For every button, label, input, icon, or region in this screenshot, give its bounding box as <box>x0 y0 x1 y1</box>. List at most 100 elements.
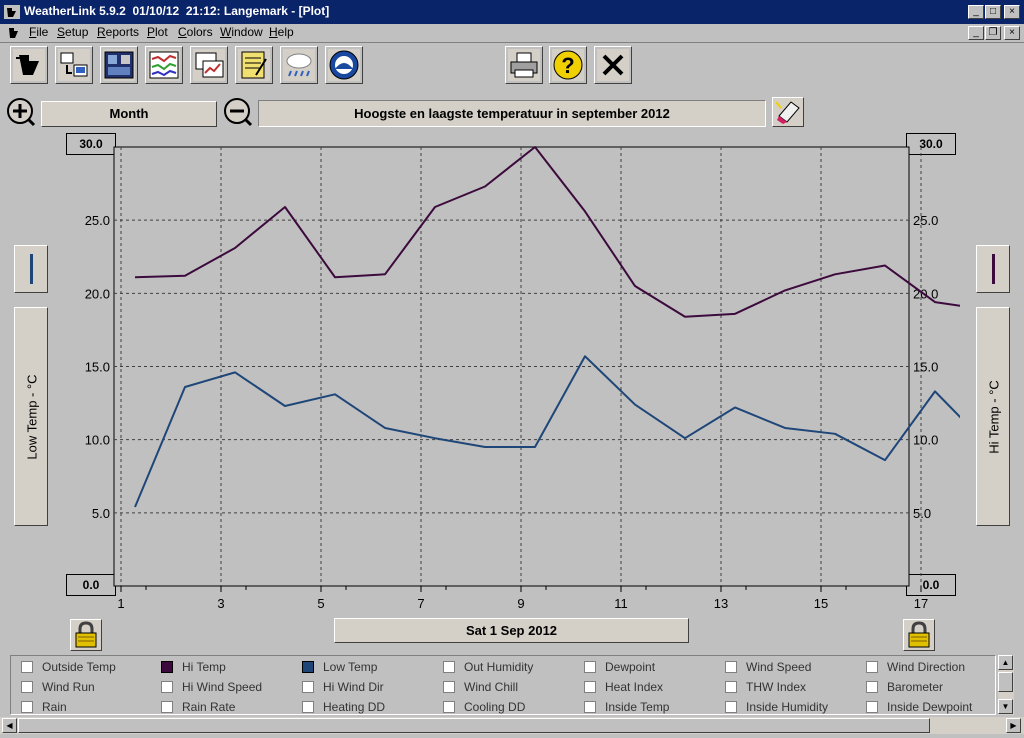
menu-reports[interactable]: Reports <box>97 25 139 39</box>
legend-label: Rain Rate <box>182 700 236 714</box>
legend-label: Cooling DD <box>464 700 526 714</box>
legend-checkbox[interactable] <box>302 681 314 693</box>
legend-checkbox[interactable] <box>866 661 878 673</box>
y-tick-label-left: 10.0 <box>85 433 110 448</box>
zoom-in-icon <box>7 98 36 127</box>
legend-scroll-thumb[interactable] <box>998 672 1013 692</box>
legend-checkbox[interactable] <box>866 701 878 713</box>
zoom-in-button[interactable] <box>6 97 36 127</box>
eraser-icon <box>775 101 800 124</box>
menu-window[interactable]: Window <box>220 25 263 39</box>
legend-label: THW Index <box>746 680 807 694</box>
walk-station-button[interactable] <box>10 46 48 84</box>
hi-temp-swatch[interactable] <box>976 245 1010 293</box>
download-button[interactable] <box>55 46 93 84</box>
legend-checkbox[interactable] <box>584 681 596 693</box>
right-axis-label-panel[interactable]: Hi Temp - °C <box>976 307 1010 526</box>
child-close-button[interactable]: × <box>1004 26 1020 40</box>
plot-title-field[interactable]: Hoogste en laagste temperatuur in septem… <box>258 100 766 127</box>
zoom-out-button[interactable] <box>223 97 253 127</box>
toolbar-separator <box>0 42 1024 43</box>
menu-file[interactable]: File <box>29 25 48 39</box>
low-temp-swatch[interactable] <box>14 245 48 293</box>
help-button[interactable]: ? <box>549 46 587 84</box>
minimize-button[interactable]: _ <box>968 5 984 19</box>
eraser-button[interactable] <box>772 97 804 127</box>
legend-checkbox[interactable] <box>866 681 878 693</box>
menu-setup[interactable]: Setup <box>57 25 88 39</box>
walk-station-icon <box>13 49 45 81</box>
legend-label: Rain <box>42 700 67 714</box>
x-tick-label: 17 <box>914 596 928 611</box>
left-lock-button[interactable] <box>70 619 102 651</box>
legend-checkbox[interactable] <box>443 661 455 673</box>
bulletin-button[interactable] <box>100 46 138 84</box>
legend-label: Dewpoint <box>605 660 656 674</box>
legend-checkbox[interactable] <box>725 681 737 693</box>
horizontal-scrollbar[interactable]: ◀ ▶ <box>0 717 1024 734</box>
scroll-right-arrow[interactable]: ▶ <box>1006 718 1021 733</box>
noaa-button[interactable] <box>325 46 363 84</box>
maximize-button[interactable]: □ <box>985 5 1001 19</box>
legend-label: Wind Speed <box>746 660 812 674</box>
legend-checkbox[interactable] <box>584 701 596 713</box>
y-tick-label-right: 15.0 <box>913 360 938 375</box>
legend-checkbox[interactable] <box>302 701 314 713</box>
menu-plot[interactable]: Plot <box>147 25 168 39</box>
right-lock-button[interactable] <box>903 619 935 651</box>
legend-label: Inside Humidity <box>746 700 829 714</box>
graph-icon <box>193 49 225 81</box>
legend-label: Inside Temp <box>605 700 670 714</box>
legend-checkbox[interactable] <box>443 681 455 693</box>
legend-vertical-scrollbar[interactable]: ▲ ▼ <box>998 655 1014 715</box>
legend-checkbox[interactable] <box>21 681 33 693</box>
legend-label: Wind Run <box>42 680 95 694</box>
series-legend: Outside Temp Hi Temp Low Temp Out Humidity D… <box>10 655 996 715</box>
legend-checkbox[interactable] <box>443 701 455 713</box>
legend-label: Out Humidity <box>464 660 534 674</box>
legend-checkbox[interactable] <box>21 701 33 713</box>
strip-chart-button[interactable] <box>145 46 183 84</box>
y-tick-label-right: 10.0 <box>913 433 938 448</box>
svg-text:?: ? <box>561 53 574 78</box>
notepad-button[interactable] <box>235 46 273 84</box>
temperature-chart[interactable]: 5.0 5.010.0 10.015.0 15.020.0 20.025.0 25.01 3… <box>60 136 960 616</box>
legend-checkbox[interactable] <box>161 701 173 713</box>
x-tick-label: 7 <box>417 596 424 611</box>
horizontal-scroll-thumb[interactable] <box>18 718 930 733</box>
close-plot-button[interactable] <box>594 46 632 84</box>
scroll-up-arrow[interactable]: ▲ <box>998 655 1013 670</box>
notepad-icon <box>238 49 270 81</box>
menu-colors[interactable]: Colors <box>178 25 213 39</box>
y-tick-label-right: 25.0 <box>913 213 938 228</box>
legend-checkbox[interactable] <box>302 661 314 673</box>
legend-checkbox[interactable] <box>584 661 596 673</box>
y-tick-label-left: 15.0 <box>85 360 110 375</box>
window-title: WeatherLink 5.9.2 01/10/12 21:12: Langem… <box>24 4 330 18</box>
legend-checkbox[interactable] <box>161 681 173 693</box>
app-icon[interactable] <box>4 5 20 19</box>
scroll-left-arrow[interactable]: ◀ <box>2 718 17 733</box>
child-minimize-button[interactable]: _ <box>968 26 984 40</box>
graph-button[interactable] <box>190 46 228 84</box>
x-tick-label: 11 <box>614 596 628 611</box>
low-temp-swatch-line <box>30 254 33 284</box>
legend-checkbox[interactable] <box>21 661 33 673</box>
left-axis-label-panel[interactable]: Low Temp - °C <box>14 307 48 526</box>
menu-help[interactable]: Help <box>269 25 294 39</box>
legend-label: Outside Temp <box>42 660 116 674</box>
rain-cloud-icon <box>283 49 315 81</box>
print-button[interactable] <box>505 46 543 84</box>
start-date-bar[interactable]: Sat 1 Sep 2012 <box>334 618 689 643</box>
legend-checkbox[interactable] <box>725 701 737 713</box>
child-window-icon[interactable] <box>6 26 22 40</box>
close-window-button[interactable]: × <box>1004 5 1020 19</box>
rain-cloud-button[interactable] <box>280 46 318 84</box>
legend-checkbox[interactable] <box>161 661 173 673</box>
child-restore-button[interactable]: ❐ <box>985 26 1001 40</box>
period-selector[interactable]: Month <box>41 101 217 127</box>
x-tick-label: 1 <box>117 596 124 611</box>
scroll-down-arrow[interactable]: ▼ <box>998 699 1013 714</box>
legend-checkbox[interactable] <box>725 661 737 673</box>
strip-chart-icon <box>148 49 180 81</box>
